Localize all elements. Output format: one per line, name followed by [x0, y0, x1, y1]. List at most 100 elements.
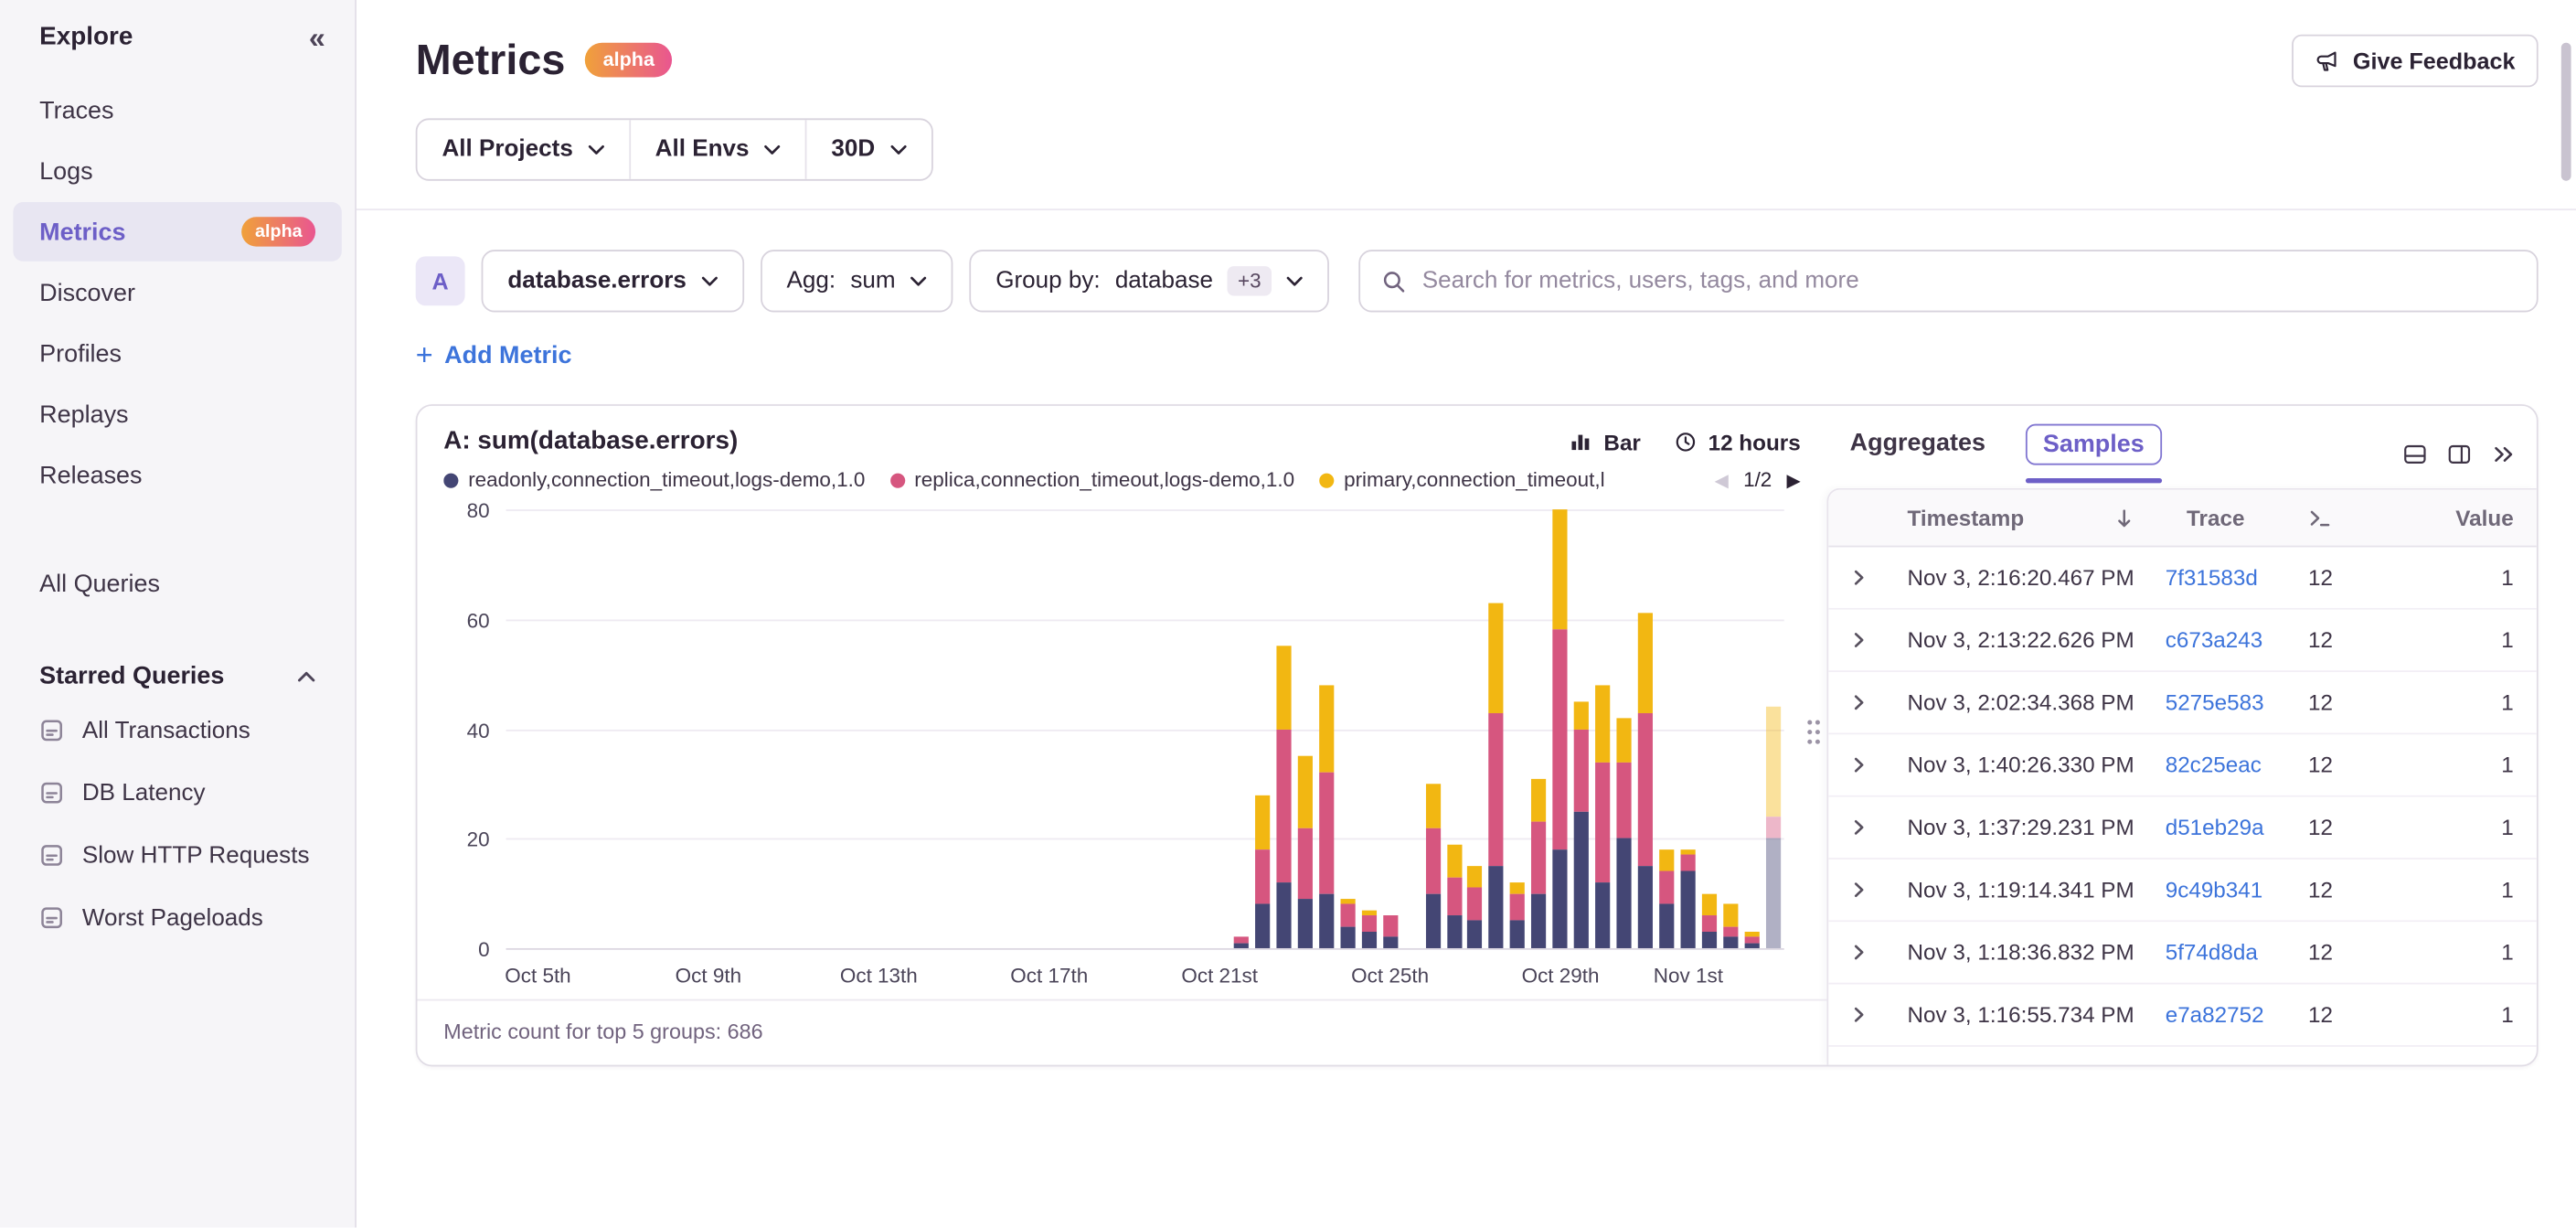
trace-link[interactable]: d51eb29a	[2166, 815, 2264, 839]
sample-row[interactable]: Nov 3, 2:02:34.368 PM5275e583121	[1828, 672, 2537, 734]
expand-row-icon[interactable]	[1849, 818, 1868, 837]
trace-link[interactable]: 7f31583d	[2166, 565, 2258, 590]
sample-profile: 12	[2302, 1002, 2387, 1027]
chart-legend: readonly,connection_timeout,logs-demo,1.…	[443, 468, 1800, 491]
chart-bar[interactable]	[1340, 899, 1355, 948]
starred-query-slow-http-requests[interactable]: Slow HTTP Requests	[13, 825, 341, 885]
timestamp-column-header[interactable]: Timestamp	[1888, 506, 2164, 530]
sidebar-item-logs[interactable]: Logs	[13, 142, 341, 201]
sidebar-item-traces[interactable]: Traces	[13, 80, 341, 140]
starred-queries-list: All TransactionsDB LatencySlow HTTP Requ…	[0, 700, 355, 948]
sample-row[interactable]: Nov 3, 2:16:20.467 PM7f31583d121	[1828, 547, 2537, 609]
chart-bar[interactable]	[1702, 893, 1717, 948]
trace-column-header[interactable]: Trace	[2164, 506, 2302, 530]
split-vertical-icon[interactable]	[2446, 442, 2473, 466]
chart-bar[interactable]	[1681, 849, 1696, 948]
starred-query-db-latency[interactable]: DB Latency	[13, 763, 341, 823]
chart-bar[interactable]	[1723, 904, 1738, 948]
chart-bar[interactable]	[1233, 937, 1248, 948]
sidebar-item-replays[interactable]: Replays	[13, 385, 341, 444]
chart-bar[interactable]	[1510, 882, 1525, 948]
legend-prev-icon[interactable]: ◀	[1715, 469, 1729, 490]
interval-button[interactable]: 12 hours	[1674, 430, 1801, 454]
date-range-filter[interactable]: 30D	[806, 120, 931, 179]
query-icon	[39, 843, 64, 868]
chart-bar[interactable]	[1383, 915, 1398, 948]
chart-bar[interactable]	[1766, 707, 1781, 948]
trace-link[interactable]: e7a82752	[2166, 1002, 2264, 1027]
legend-next-icon[interactable]: ▶	[1787, 469, 1801, 490]
aggregate-select[interactable]: Agg: sum	[761, 250, 953, 312]
trace-link[interactable]: 5275e583	[2166, 690, 2264, 715]
collapse-panel-icon[interactable]	[2491, 442, 2517, 466]
chart-bar[interactable]	[1532, 778, 1547, 948]
chart-bar[interactable]	[1297, 756, 1312, 948]
sample-row[interactable]: Nov 3, 1:37:29.231 PMd51eb29a121	[1828, 797, 2537, 860]
sidebar-item-metrics[interactable]: Metricsalpha	[13, 202, 341, 262]
chart-bar[interactable]	[1659, 849, 1674, 948]
display-mode-button[interactable]: Bar	[1570, 430, 1641, 454]
trace-link[interactable]: c673a243	[2166, 628, 2263, 653]
chart-bar[interactable]	[1468, 866, 1483, 948]
chart-bar[interactable]	[1638, 614, 1653, 948]
expand-row-icon[interactable]	[1849, 756, 1868, 774]
query-icon	[39, 905, 64, 930]
bar-segment	[1446, 915, 1461, 948]
chart-bar[interactable]	[1596, 685, 1611, 948]
chart-bar[interactable]	[1319, 685, 1334, 948]
chart-bar[interactable]	[1255, 795, 1270, 948]
clock-icon	[1674, 431, 1697, 454]
expand-row-icon[interactable]	[1849, 693, 1868, 711]
metric-select[interactable]: database.errors	[482, 250, 744, 312]
drag-handle-icon[interactable]	[1803, 710, 1826, 760]
sample-row[interactable]: Nov 3, 1:40:26.330 PM82c25eac121	[1828, 734, 2537, 796]
sidebar-collapse-icon[interactable]: «	[309, 23, 325, 52]
sample-row[interactable]: Nov 3, 1:16:55.734 PMe7a82752121	[1828, 985, 2537, 1047]
page-scrollbar-thumb[interactable]	[2561, 43, 2571, 181]
give-feedback-button[interactable]: Give Feedback	[2292, 35, 2538, 88]
sidebar-item-all-queries[interactable]: All Queries	[13, 554, 341, 614]
tab-aggregates[interactable]: Aggregates	[1850, 424, 1985, 485]
chart-bar[interactable]	[1361, 910, 1376, 948]
expand-row-icon[interactable]	[1849, 1006, 1868, 1024]
expand-row-icon[interactable]	[1849, 631, 1868, 649]
sidebar-item-releases[interactable]: Releases	[13, 445, 341, 505]
bar-segment	[1255, 795, 1270, 849]
trace-link[interactable]: 9c49b341	[2166, 878, 2263, 902]
project-filter[interactable]: All Projects	[417, 120, 630, 179]
sample-row[interactable]: Nov 3, 1:19:14.341 PM9c49b341121	[1828, 860, 2537, 922]
legend-item[interactable]: primary,connection_timeout,l	[1319, 468, 1604, 491]
starred-queries-header[interactable]: Starred Queries	[13, 662, 341, 690]
chart-bar[interactable]	[1425, 784, 1440, 948]
legend-item[interactable]: replica,connection_timeout,logs-demo,1.0	[889, 468, 1294, 491]
bar-segment	[1553, 630, 1568, 849]
split-horizontal-icon[interactable]	[2401, 442, 2428, 466]
chart-bar[interactable]	[1276, 646, 1291, 948]
sample-row[interactable]: Nov 3, 1:18:36.832 PM5f74d8da121	[1828, 922, 2537, 984]
legend-item[interactable]: readonly,connection_timeout,logs-demo,1.…	[443, 468, 865, 491]
starred-query-all-transactions[interactable]: All Transactions	[13, 700, 341, 761]
sidebar-item-discover[interactable]: Discover	[13, 263, 341, 323]
add-metric-button[interactable]: + Add Metric	[416, 340, 572, 369]
environment-filter[interactable]: All Envs	[631, 120, 807, 179]
chart-bar[interactable]	[1553, 509, 1568, 948]
chart-bar[interactable]	[1446, 844, 1461, 948]
expand-row-icon[interactable]	[1849, 944, 1868, 962]
search-input[interactable]	[1422, 268, 2516, 294]
expand-row-icon[interactable]	[1849, 569, 1868, 587]
trace-link[interactable]: 82c25eac	[2166, 753, 2262, 777]
chart-bar[interactable]	[1489, 603, 1504, 948]
group-by-select[interactable]: Group by: database +3	[969, 250, 1328, 312]
tab-samples[interactable]: Samples	[2025, 424, 2162, 485]
chart-bar[interactable]	[1574, 701, 1589, 948]
expand-row-icon[interactable]	[1849, 881, 1868, 899]
value-column-header[interactable]: Value	[2387, 506, 2537, 530]
search-bar[interactable]	[1358, 250, 2539, 312]
chart-bar[interactable]	[1617, 718, 1632, 948]
trace-link[interactable]: 5f74d8da	[2166, 940, 2258, 965]
chart-bar[interactable]	[1745, 932, 1760, 948]
sidebar-item-profiles[interactable]: Profiles	[13, 324, 341, 383]
profile-column-header[interactable]	[2302, 507, 2387, 528]
sample-row[interactable]: Nov 3, 2:13:22.626 PMc673a243121	[1828, 610, 2537, 672]
starred-query-worst-pageloads[interactable]: Worst Pageloads	[13, 887, 341, 947]
